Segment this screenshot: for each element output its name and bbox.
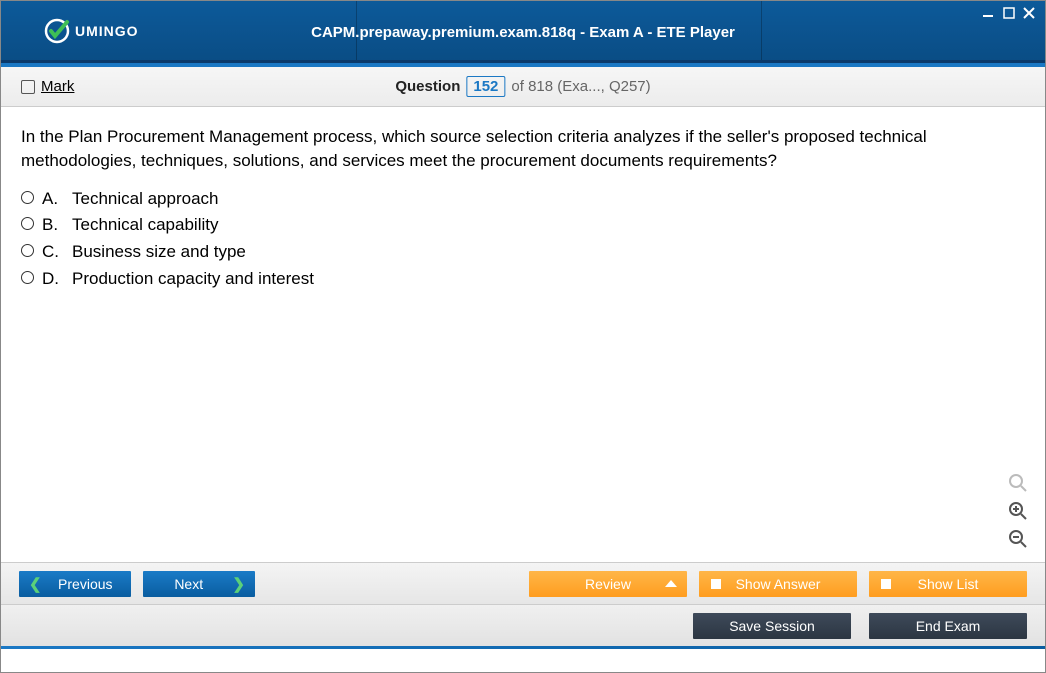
show-answer-button[interactable]: Show Answer xyxy=(699,571,857,597)
option-letter: B. xyxy=(42,213,64,237)
option-text: Business size and type xyxy=(72,240,246,264)
question-text: In the Plan Procurement Management proce… xyxy=(21,125,1025,173)
stop-icon xyxy=(881,579,891,589)
mark-area[interactable]: Mark xyxy=(21,78,74,95)
option-row[interactable]: B. Technical capability xyxy=(21,213,1025,237)
review-label: Review xyxy=(585,576,631,592)
logo-area: UMINGO xyxy=(1,17,139,45)
zoom-controls xyxy=(1007,472,1029,550)
search-icon[interactable] xyxy=(1007,472,1029,494)
window-controls xyxy=(981,5,1037,21)
radio-icon[interactable] xyxy=(21,191,34,204)
radio-icon[interactable] xyxy=(21,244,34,257)
logo-icon xyxy=(43,17,71,45)
show-list-label: Show List xyxy=(918,576,979,592)
mark-checkbox[interactable] xyxy=(21,80,35,94)
options-list: A. Technical approach B. Technical capab… xyxy=(21,187,1025,291)
zoom-in-icon[interactable] xyxy=(1007,500,1029,522)
question-of-text: of 818 (Exa..., Q257) xyxy=(511,78,650,95)
chevron-left-icon: ❮ xyxy=(29,575,42,593)
minimize-icon[interactable] xyxy=(981,5,997,21)
option-row[interactable]: C. Business size and type xyxy=(21,240,1025,264)
bottom-divider xyxy=(1,646,1045,649)
next-button[interactable]: Next ❯ xyxy=(143,571,255,597)
triangle-up-icon xyxy=(665,580,677,587)
end-exam-button[interactable]: End Exam xyxy=(869,613,1027,639)
stop-icon xyxy=(711,579,721,589)
mark-label: Mark xyxy=(41,78,74,95)
close-icon[interactable] xyxy=(1021,5,1037,21)
footer-secondary: Save Session End Exam xyxy=(1,604,1045,646)
chevron-right-icon: ❯ xyxy=(232,575,245,593)
option-text: Technical approach xyxy=(72,187,218,211)
save-session-label: Save Session xyxy=(729,618,815,634)
window-title: CAPM.prepaway.premium.exam.818q - Exam A… xyxy=(311,24,735,41)
maximize-icon[interactable] xyxy=(1001,5,1017,21)
option-letter: C. xyxy=(42,240,64,264)
previous-label: Previous xyxy=(50,576,121,592)
brand-text: UMINGO xyxy=(75,23,139,39)
save-session-button[interactable]: Save Session xyxy=(693,613,851,639)
title-separator xyxy=(761,1,762,60)
option-row[interactable]: D. Production capacity and interest xyxy=(21,267,1025,291)
next-label: Next xyxy=(153,576,224,592)
option-text: Production capacity and interest xyxy=(72,267,314,291)
option-row[interactable]: A. Technical approach xyxy=(21,187,1025,211)
option-letter: A. xyxy=(42,187,64,211)
end-exam-label: End Exam xyxy=(916,618,981,634)
option-letter: D. xyxy=(42,267,64,291)
show-answer-label: Show Answer xyxy=(736,576,821,592)
previous-button[interactable]: ❮ Previous xyxy=(19,571,131,597)
titlebar: UMINGO CAPM.prepaway.premium.exam.818q -… xyxy=(1,1,1045,63)
question-nav: Question 152 of 818 (Exa..., Q257) xyxy=(395,76,650,97)
footer-primary: ❮ Previous Next ❯ Review Show Answer Sho… xyxy=(1,562,1045,604)
question-header: Mark Question 152 of 818 (Exa..., Q257) xyxy=(1,67,1045,107)
option-text: Technical capability xyxy=(72,213,218,237)
review-button[interactable]: Review xyxy=(529,571,687,597)
question-body: In the Plan Procurement Management proce… xyxy=(1,107,1045,562)
question-label: Question xyxy=(395,78,460,95)
zoom-out-icon[interactable] xyxy=(1007,528,1029,550)
radio-icon[interactable] xyxy=(21,271,34,284)
radio-icon[interactable] xyxy=(21,217,34,230)
show-list-button[interactable]: Show List xyxy=(869,571,1027,597)
question-number[interactable]: 152 xyxy=(466,76,505,97)
